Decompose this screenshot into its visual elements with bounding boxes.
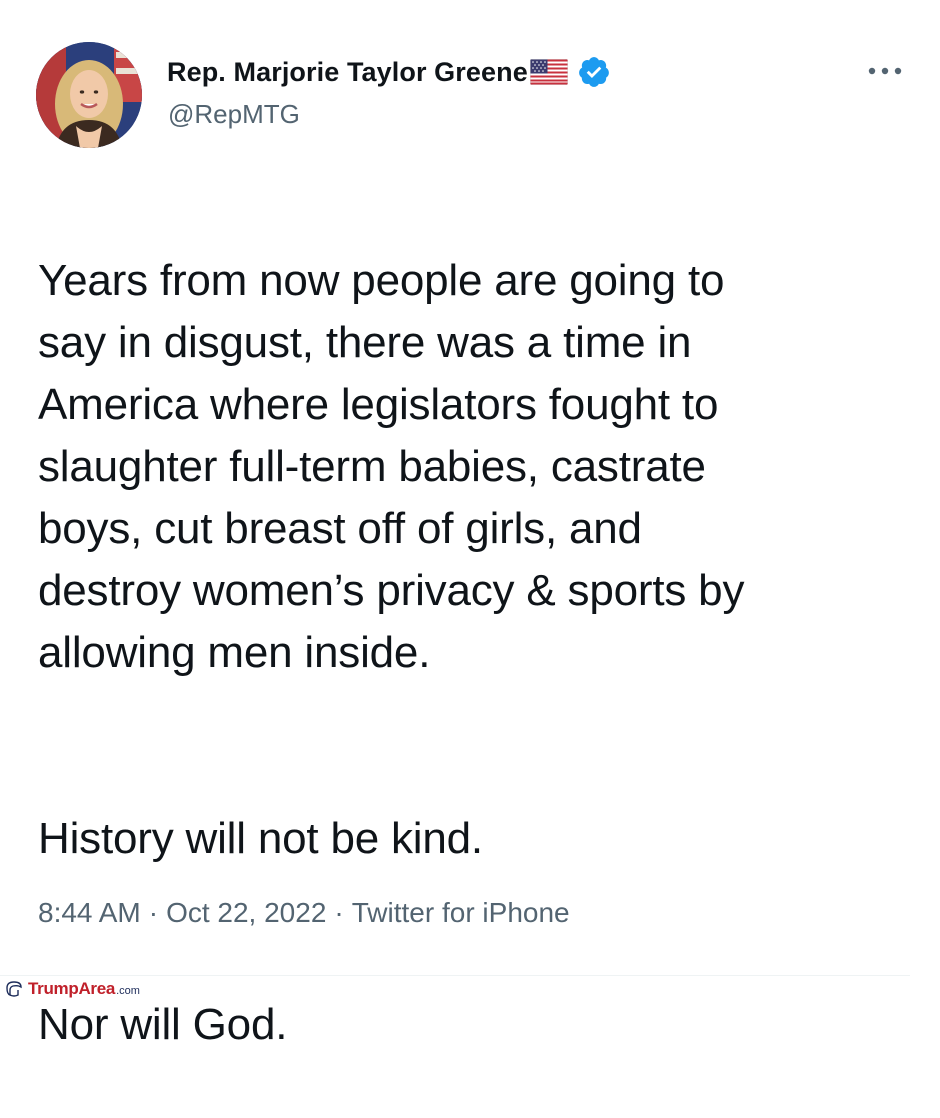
avatar-image (36, 42, 142, 148)
tweet-source[interactable]: Twitter for iPhone (352, 897, 570, 928)
author-row: Rep. Marjorie Taylor Greene (167, 54, 611, 90)
tweet-paragraph: Nor will God. (38, 1000, 288, 1049)
tweet-metadata: 8:44 AM · Oct 22, 2022 · Twitter for iPhone (38, 897, 570, 929)
tweet-paragraph: History will not be kind. (38, 814, 483, 863)
tweet-date[interactable]: Oct 22, 2022 (166, 897, 326, 928)
meta-separator: · (334, 897, 344, 928)
tweet-time[interactable]: 8:44 AM (38, 897, 141, 928)
watermark-brand: TrumpArea (28, 978, 116, 998)
author-handle[interactable]: @RepMTG (168, 99, 300, 130)
more-horizontal-icon (868, 67, 902, 75)
watermark-suffix: .com (116, 984, 140, 997)
more-options-button[interactable] (860, 56, 910, 86)
us-flag-icon (529, 58, 569, 86)
hair-logo-icon (6, 980, 22, 997)
meta-separator: · (148, 897, 159, 928)
display-name[interactable]: Rep. Marjorie Taylor Greene (167, 57, 528, 88)
watermark: TrumpArea .com (0, 976, 224, 1001)
tweet-card: Rep. Marjorie Taylor Greene @RepMTG Year… (0, 0, 940, 1049)
verified-badge-icon[interactable] (577, 55, 611, 89)
avatar[interactable] (36, 42, 142, 148)
tweet-paragraph: Years from now people are going to say i… (38, 256, 745, 677)
